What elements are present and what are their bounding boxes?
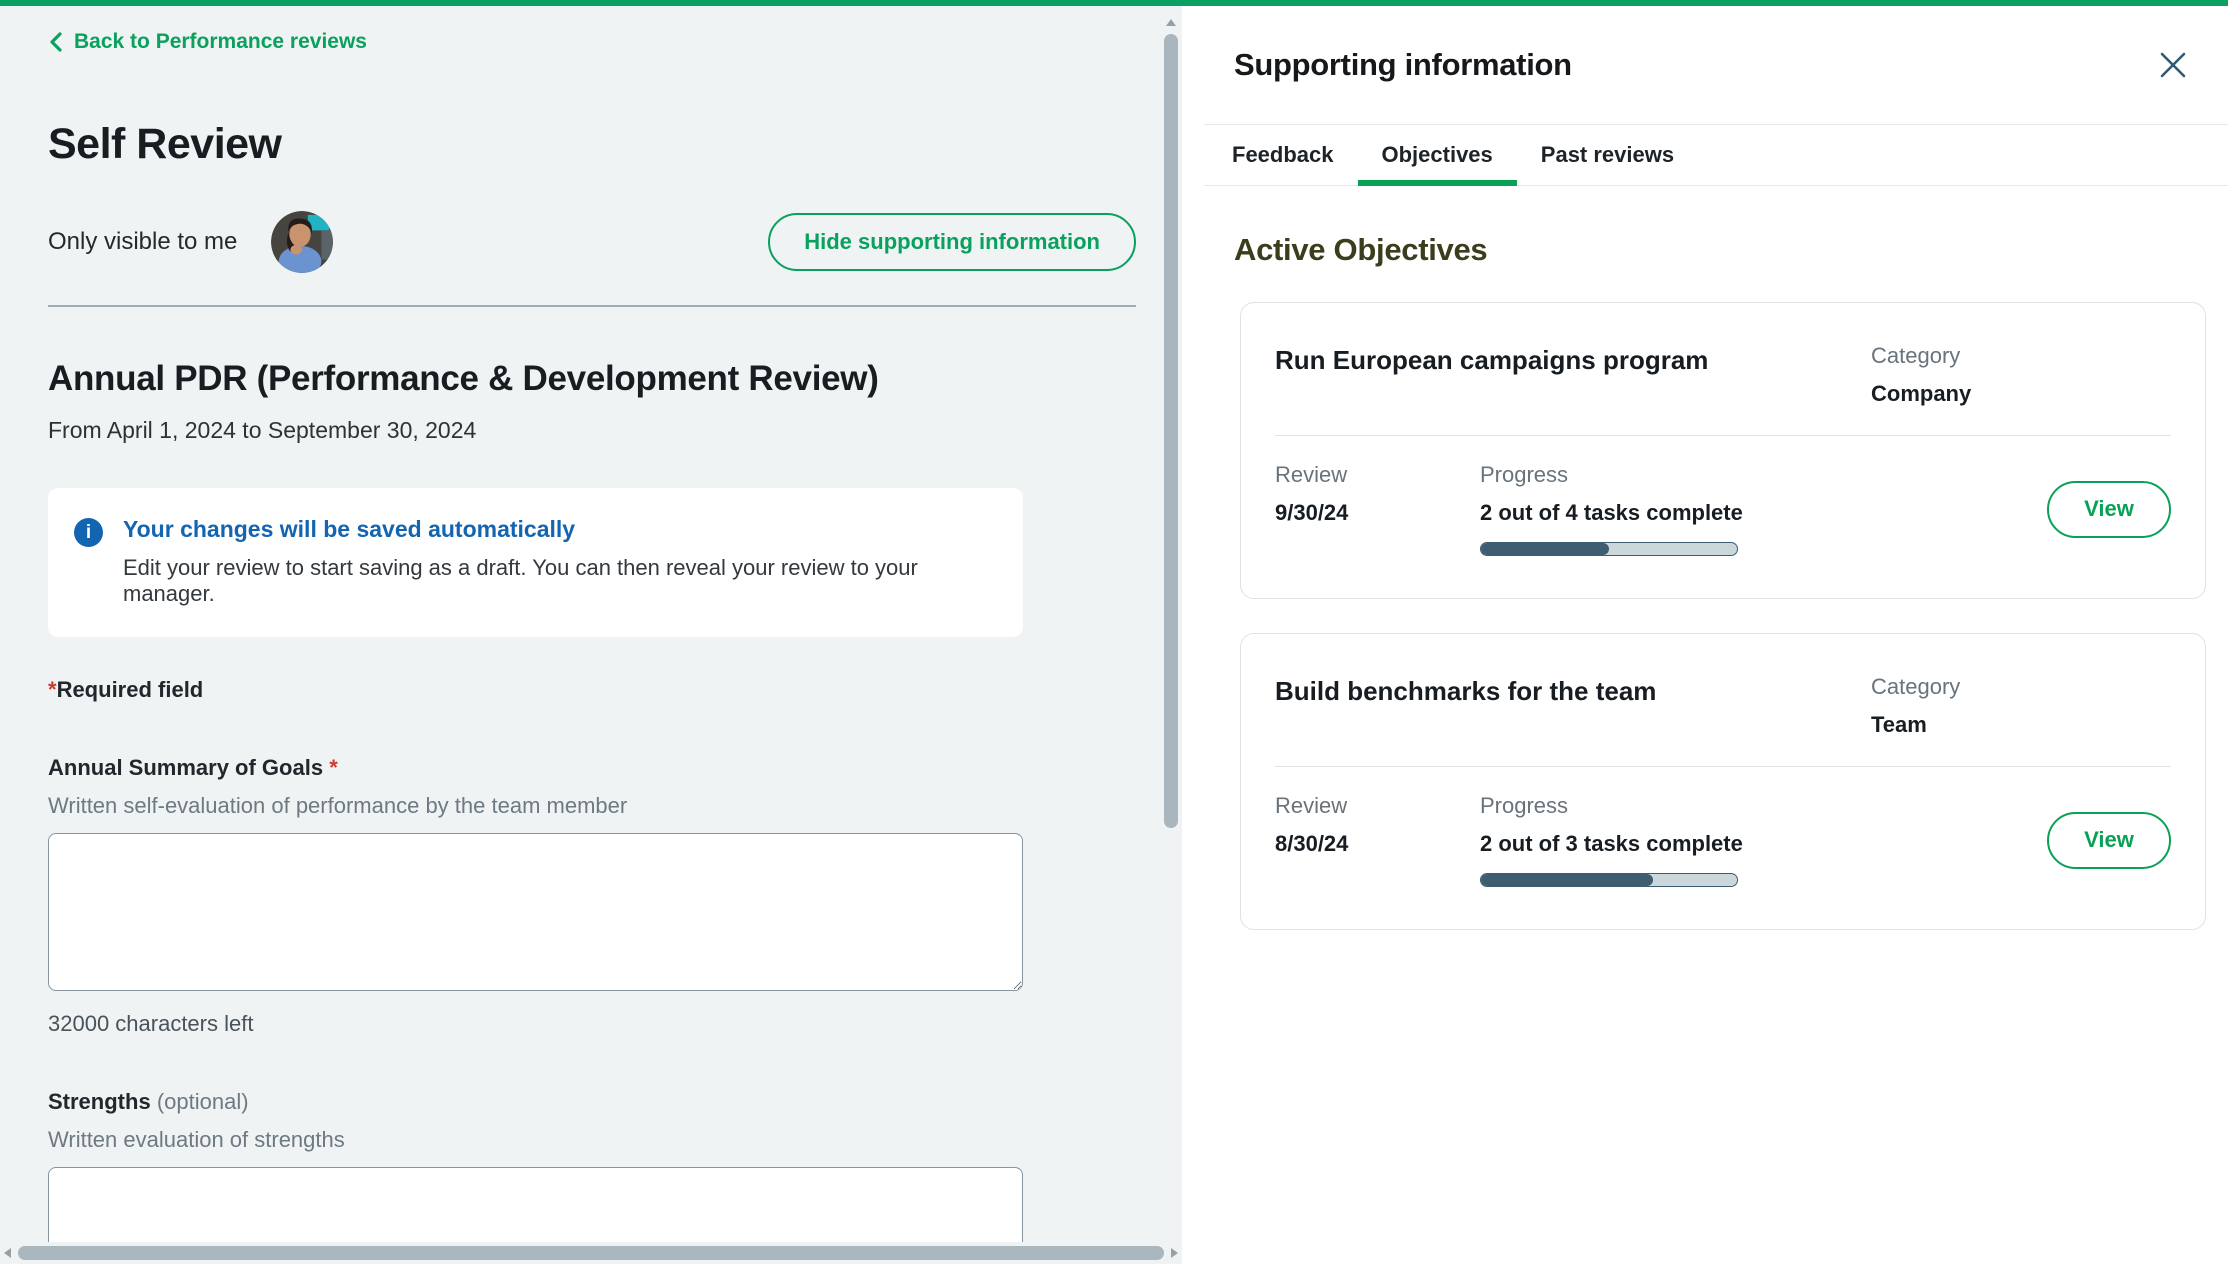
objective-category: Category Company — [1871, 343, 2171, 435]
category-label: Category — [1871, 674, 2171, 700]
tab-objectives[interactable]: Objectives — [1358, 125, 1517, 185]
active-tab-underline — [1358, 180, 1517, 186]
info-icon: i — [74, 518, 103, 547]
progress-bar — [1480, 873, 1738, 887]
horizontal-scrollbar[interactable] — [0, 1242, 1182, 1264]
autosave-banner-text: Your changes will be saved automatically… — [123, 516, 989, 607]
objective-card-bottom: Review 9/30/24 Progress 2 out of 4 tasks… — [1275, 462, 2171, 556]
required-asterisk: * — [48, 677, 57, 702]
review-cycle-title: Annual PDR (Performance & Development Re… — [48, 359, 1136, 399]
autosave-banner-body: Edit your review to start saving as a dr… — [123, 555, 989, 607]
review-column: Review 9/30/24 — [1275, 462, 1480, 526]
supporting-info-header: Supporting information — [1204, 6, 2228, 125]
card-divider — [1275, 435, 2171, 436]
hide-supporting-info-button[interactable]: Hide supporting information — [768, 213, 1136, 271]
avatar-photo — [271, 211, 333, 273]
progress-label: Progress — [1480, 462, 2047, 488]
progress-label: Progress — [1480, 793, 2047, 819]
supporting-info-tabs: Feedback Objectives Past reviews — [1204, 125, 2228, 186]
vertical-scrollbar[interactable] — [1160, 12, 1182, 1264]
progress-column: Progress 2 out of 3 tasks complete — [1480, 793, 2047, 887]
objective-card: Build benchmarks for the team Category T… — [1240, 633, 2206, 930]
objective-card-top: Build benchmarks for the team Category T… — [1275, 674, 2171, 766]
required-field-note: *Required field — [48, 677, 1136, 703]
tab-past-reviews[interactable]: Past reviews — [1517, 125, 1698, 185]
review-date: 8/30/24 — [1275, 831, 1480, 857]
panel-title: Supporting information — [1234, 47, 1572, 83]
scroll-up-arrow-icon[interactable] — [1166, 19, 1176, 26]
objective-card-top: Run European campaigns program Category … — [1275, 343, 2171, 435]
field-helper: Written self-evaluation of performance b… — [48, 793, 1136, 819]
scroll-right-arrow-icon[interactable] — [1171, 1248, 1178, 1258]
horizontal-scrollbar-thumb[interactable] — [18, 1246, 1164, 1260]
avatar — [271, 211, 333, 273]
autosave-banner: i Your changes will be saved automatical… — [48, 488, 1023, 637]
objective-card: Run European campaigns program Category … — [1240, 302, 2206, 599]
view-objective-button[interactable]: View — [2047, 812, 2171, 869]
objective-title: Run European campaigns program — [1275, 343, 1871, 435]
view-objective-button[interactable]: View — [2047, 481, 2171, 538]
review-date: 9/30/24 — [1275, 500, 1480, 526]
visibility-row: Only visible to me — [48, 211, 1136, 273]
objective-category: Category Team — [1871, 674, 2171, 766]
review-label: Review — [1275, 462, 1480, 488]
field-label: Strengths (optional) — [48, 1089, 1136, 1115]
category-label: Category — [1871, 343, 2171, 369]
field-label: Annual Summary of Goals * — [48, 755, 1136, 781]
supporting-info-panel: Supporting information Feedback Objectiv… — [1204, 6, 2228, 1286]
self-review-content: Back to Performance reviews Self Review … — [0, 6, 1182, 1264]
progress-column: Progress 2 out of 4 tasks complete — [1480, 462, 2047, 556]
close-button[interactable] — [2156, 48, 2190, 82]
chevron-left-icon — [48, 31, 64, 53]
progress-text: 2 out of 4 tasks complete — [1480, 500, 2047, 526]
review-period: From April 1, 2024 to September 30, 2024 — [48, 417, 1136, 444]
field-helper: Written evaluation of strengths — [48, 1127, 1136, 1153]
self-review-panel: Back to Performance reviews Self Review … — [0, 6, 1182, 1264]
autosave-banner-title: Your changes will be saved automatically — [123, 516, 989, 543]
progress-bar-fill — [1481, 874, 1653, 886]
section-divider — [48, 305, 1136, 307]
progress-text: 2 out of 3 tasks complete — [1480, 831, 2047, 857]
vertical-scrollbar-thumb[interactable] — [1164, 34, 1178, 828]
visibility-note: Only visible to me — [48, 228, 237, 256]
back-link[interactable]: Back to Performance reviews — [48, 30, 367, 54]
back-link-label: Back to Performance reviews — [74, 30, 367, 54]
field-strengths: Strengths (optional) Written evaluation … — [48, 1089, 1136, 1264]
required-note-label: Required field — [57, 677, 204, 702]
section-title: Active Objectives — [1234, 232, 2198, 268]
category-value: Company — [1871, 381, 2171, 407]
char-counter: 32000 characters left — [48, 1011, 1136, 1037]
required-asterisk: * — [329, 755, 338, 780]
category-value: Team — [1871, 712, 2171, 738]
close-icon — [2158, 50, 2188, 80]
top-accent-bar — [0, 0, 2228, 6]
review-column: Review 8/30/24 — [1275, 793, 1480, 857]
page: Back to Performance reviews Self Review … — [0, 0, 2228, 1286]
scroll-left-arrow-icon[interactable] — [4, 1248, 11, 1258]
annual-summary-textarea[interactable] — [48, 833, 1023, 991]
page-title: Self Review — [48, 120, 1136, 169]
card-divider — [1275, 766, 2171, 767]
supporting-info-body: Active Objectives Run European campaigns… — [1204, 232, 2228, 930]
progress-bar — [1480, 542, 1738, 556]
optional-suffix: (optional) — [157, 1089, 249, 1114]
field-annual-summary: Annual Summary of Goals * Written self-e… — [48, 755, 1136, 1037]
objective-title: Build benchmarks for the team — [1275, 674, 1871, 766]
tab-feedback[interactable]: Feedback — [1208, 125, 1358, 185]
progress-bar-fill — [1481, 543, 1609, 555]
review-label: Review — [1275, 793, 1480, 819]
objective-card-bottom: Review 8/30/24 Progress 2 out of 3 tasks… — [1275, 793, 2171, 887]
